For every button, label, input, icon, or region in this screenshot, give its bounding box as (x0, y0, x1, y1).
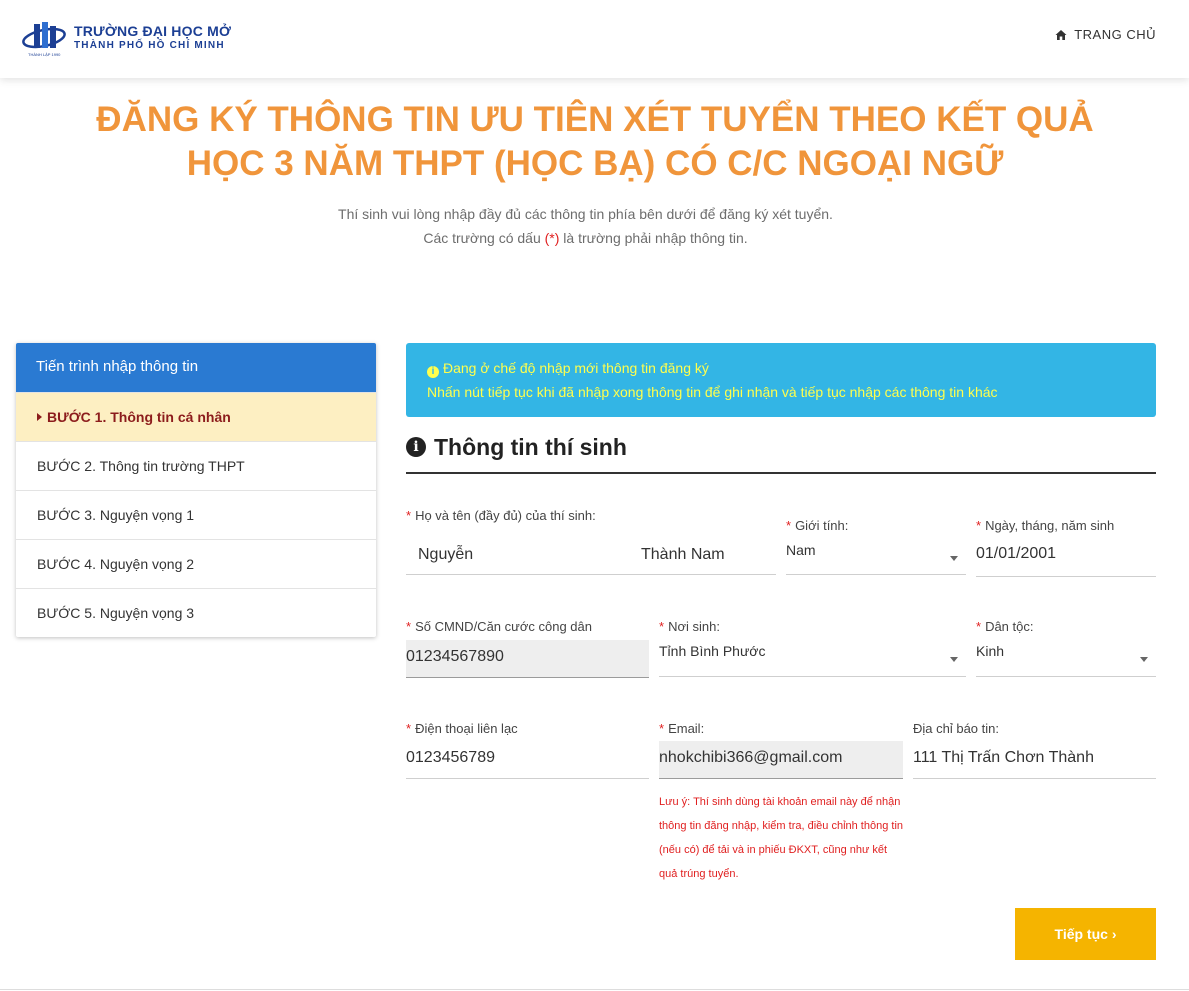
address-input[interactable]: 111 Thị Trấn Chơn Thành (913, 741, 1156, 779)
label-text: Số CMND/Căn cước công dân (415, 619, 592, 634)
email-note: Lưu ý: Thí sinh dùng tài khoản email này… (659, 796, 904, 880)
chevron-down-icon (950, 556, 958, 561)
ethnicity-value: Kinh (976, 643, 1005, 659)
info-icon: i (427, 366, 439, 378)
ethnicity-select[interactable]: Kinh (976, 641, 1156, 677)
gender-field: * Giới tính: Nam (786, 518, 966, 575)
email-label: * Email: (659, 721, 903, 736)
home-nav-link[interactable]: TRANG CHỦ (1055, 27, 1156, 42)
label-text: Email: (668, 721, 705, 736)
dob-label: * Ngày, tháng, năm sinh (976, 518, 1156, 533)
footer-divider (0, 989, 1189, 990)
gender-value: Nam (786, 542, 816, 558)
subtitle-text-before: Các trường có dấu (423, 230, 545, 246)
dob-field: * Ngày, tháng, năm sinh 01/01/2001 (976, 518, 1156, 577)
sidebar-step-2[interactable]: BƯỚC 2. Thông tin trường THPT (16, 441, 376, 490)
site-header: TRƯỜNG ĐẠI HỌC MỞ THÀNH PHỐ HỒ CHÍ MINH … (0, 0, 1189, 78)
address-field: Địa chỉ báo tin: 111 Thị Trấn Chơn Thành (913, 721, 1156, 779)
home-nav-label: TRANG CHỦ (1074, 27, 1156, 42)
label-text: Điện thoại liên lạc (415, 721, 518, 736)
phone-input[interactable]: 0123456789 (406, 741, 649, 779)
address-value: 111 Thị Trấn Chơn Thành (913, 749, 1094, 766)
first-name-input[interactable]: Thành Nam (641, 546, 725, 564)
address-label: Địa chỉ báo tin: (913, 721, 1156, 736)
home-icon (1055, 29, 1067, 40)
id-number-field: * Số CMND/Căn cước công dân 01234567890 (406, 619, 649, 678)
logo-founded: THÀNH LẬP 1990 (28, 52, 61, 57)
step-label: BƯỚC 4. Nguyện vọng 2 (37, 556, 195, 572)
fullname-field: * Họ và tên (đầy đủ) của thí sinh: Nguyễn… (406, 508, 776, 575)
page-title: ĐĂNG KÝ THÔNG TIN ƯU TIÊN XÉT TUYỂN THEO… (60, 98, 1130, 186)
required-marker: * (406, 721, 412, 736)
page-subtitle: Thí sinh vui lòng nhập đầy đủ các thông … (0, 202, 1171, 250)
caret-right-icon (37, 413, 42, 421)
alert-line2: Nhấn nút tiếp tục khi đã nhập xong thông… (427, 384, 998, 400)
gender-select[interactable]: Nam (786, 540, 966, 575)
page-title-line1: ĐĂNG KÝ THÔNG TIN ƯU TIÊN XÉT TUYỂN THEO… (96, 100, 1094, 139)
required-marker: * (406, 619, 412, 634)
label-text: Địa chỉ báo tin: (913, 721, 999, 736)
ethnicity-field: * Dân tộc: Kinh (976, 619, 1156, 677)
step-label: BƯỚC 2. Thông tin trường THPT (37, 458, 245, 474)
fullname-label: * Họ và tên (đầy đủ) của thí sinh: (406, 508, 776, 523)
birthplace-select[interactable]: Tỉnh Bình Phước (659, 641, 966, 677)
chevron-down-icon (950, 657, 958, 662)
fullname-inputs: Nguyễn Thành Nam (406, 538, 776, 575)
chevron-down-icon (1140, 657, 1148, 662)
email-value: nhokchibi366@gmail.com (659, 749, 843, 766)
step-label: BƯỚC 3. Nguyện vọng 1 (37, 507, 195, 523)
sidebar-step-4[interactable]: BƯỚC 4. Nguyện vọng 2 (16, 539, 376, 588)
label-text: Nơi sinh: (668, 619, 720, 634)
required-marker: * (786, 518, 792, 533)
section-heading: i Thông tin thí sinh (406, 430, 1156, 474)
logo-subtitle: THÀNH PHỐ HỒ CHÍ MINH (74, 40, 225, 51)
id-number-value: 01234567890 (406, 648, 504, 665)
dob-value: 01/01/2001 (976, 545, 1057, 562)
label-text: Họ và tên (đầy đủ) của thí sinh: (415, 508, 596, 523)
alert-line1: i Đang ở chế độ nhập mới thông tin đăng k… (427, 356, 1135, 380)
id-number-input[interactable]: 01234567890 (406, 640, 649, 678)
label-text: Dân tộc: (985, 619, 1034, 634)
id-number-label: * Số CMND/Căn cước công dân (406, 619, 649, 634)
phone-label: * Điện thoại liên lạc (406, 721, 649, 736)
phone-field: * Điện thoại liên lạc 0123456789 (406, 721, 649, 779)
birthplace-label: * Nơi sinh: (659, 619, 966, 634)
subtitle-text-after: là trường phải nhập thông tin. (559, 230, 748, 246)
continue-button[interactable]: Tiếp tục › (1015, 908, 1156, 960)
progress-sidebar: Tiến trình nhập thông tin BƯỚC 1. Thông … (16, 343, 376, 637)
subtitle-line2: Các trường có dấu (*) là trường phải nhậ… (0, 226, 1171, 250)
sidebar-step-5[interactable]: BƯỚC 5. Nguyện vọng 3 (16, 588, 376, 637)
birthplace-field: * Nơi sinh: Tỉnh Bình Phước (659, 619, 966, 677)
page-title-line2: HỌC 3 NĂM THPT (HỌC BẠ) CÓ C/C NGOẠI NGỮ (186, 144, 1004, 183)
required-marker: * (659, 619, 665, 634)
required-marker: * (976, 518, 982, 533)
label-text: Ngày, tháng, năm sinh (985, 518, 1115, 533)
logo-title: TRƯỜNG ĐẠI HỌC MỞ (74, 23, 232, 39)
ethnicity-label: * Dân tộc: (976, 619, 1156, 634)
subtitle-line1: Thí sinh vui lòng nhập đầy đủ các thông … (338, 206, 833, 222)
sidebar-heading: Tiến trình nhập thông tin (16, 343, 376, 392)
gender-label: * Giới tính: (786, 518, 966, 533)
email-field: * Email: nhokchibi366@gmail.com (659, 721, 903, 779)
section-title: Thông tin thí sinh (434, 433, 627, 460)
info-alert: i Đang ở chế độ nhập mới thông tin đăng k… (406, 343, 1156, 417)
step-label: BƯỚC 1. Thông tin cá nhân (47, 409, 231, 425)
sidebar-step-3[interactable]: BƯỚC 3. Nguyện vọng 1 (16, 490, 376, 539)
required-marker: (*) (544, 230, 560, 246)
label-text: Giới tính: (795, 518, 849, 533)
last-name-input[interactable]: Nguyễn (418, 546, 473, 564)
required-marker: * (976, 619, 982, 634)
step-label: BƯỚC 5. Nguyện vọng 3 (37, 605, 195, 621)
required-marker: * (659, 721, 665, 736)
alert-text1: Đang ở chế độ nhập mới thông tin đăng ký (443, 360, 709, 376)
required-marker: * (406, 508, 412, 523)
phone-value: 0123456789 (406, 749, 495, 766)
sidebar-step-1[interactable]: BƯỚC 1. Thông tin cá nhân (16, 392, 376, 441)
info-circle-icon: i (406, 437, 426, 457)
birthplace-value: Tỉnh Bình Phước (659, 643, 766, 659)
university-logo[interactable]: TRƯỜNG ĐẠI HỌC MỞ THÀNH PHỐ HỒ CHÍ MINH … (22, 18, 232, 60)
email-input[interactable]: nhokchibi366@gmail.com (659, 741, 903, 779)
dob-input[interactable]: 01/01/2001 (976, 540, 1156, 577)
